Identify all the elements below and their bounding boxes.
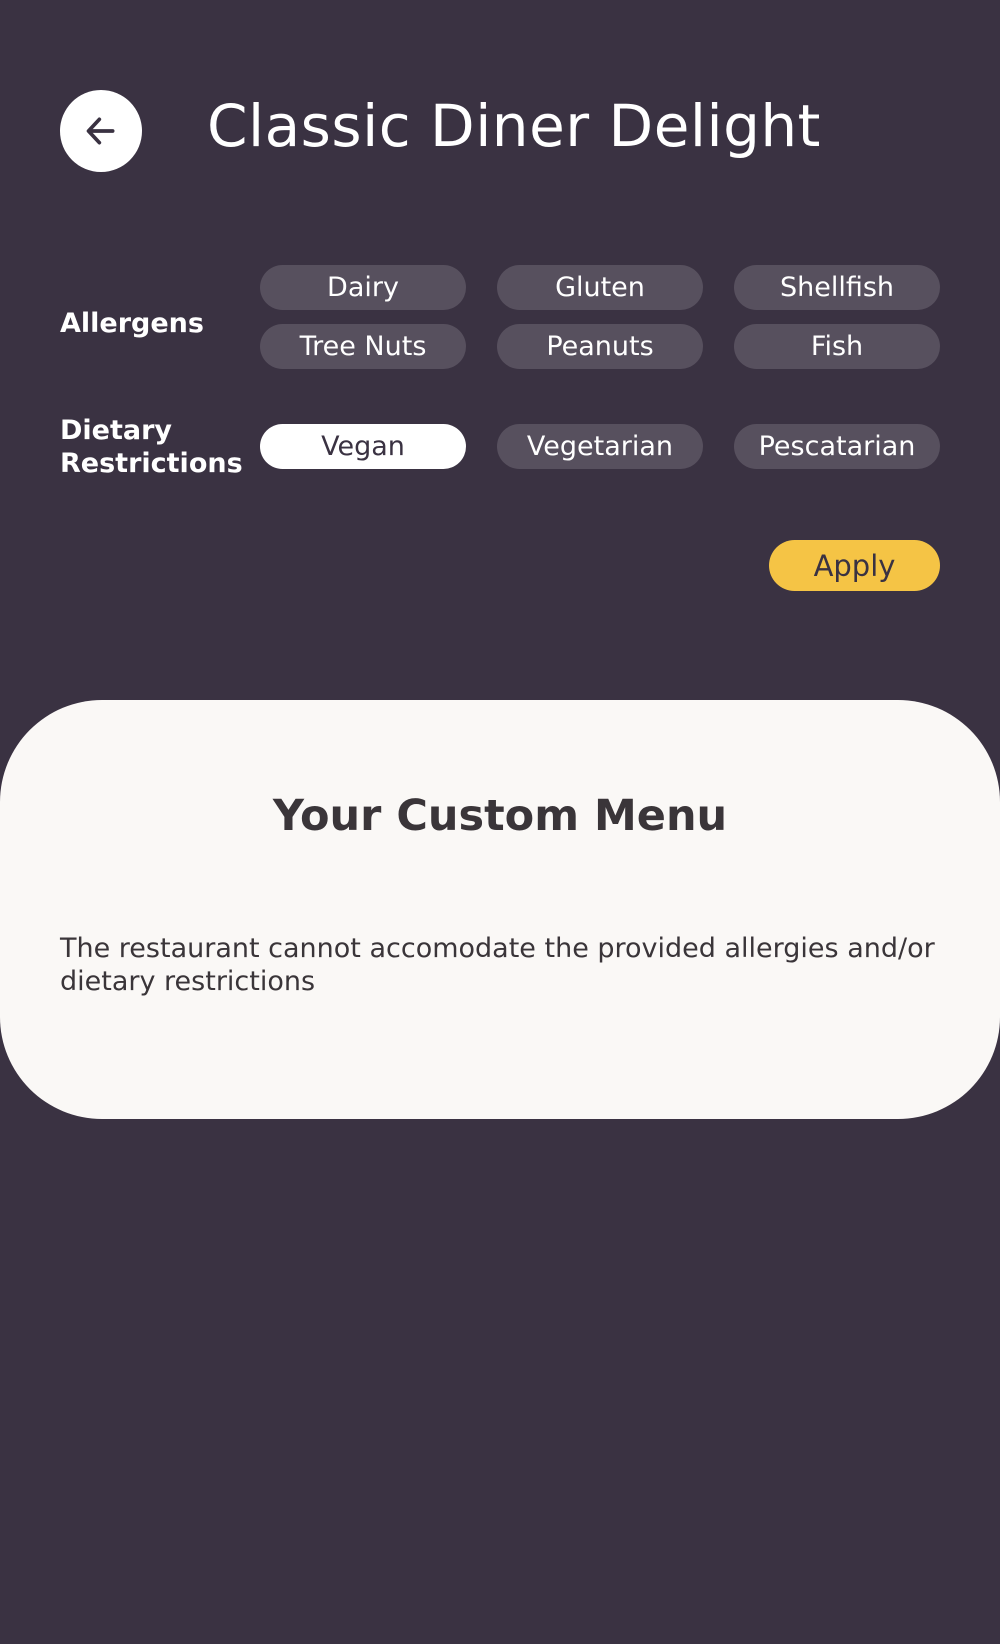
custom-menu-message: The restaurant cannot accomodate the pro… (60, 933, 935, 997)
allergen-chip-peanuts[interactable]: Peanuts (497, 324, 703, 369)
allergen-chip-gluten[interactable]: Gluten (497, 265, 703, 310)
arrow-left-icon (86, 117, 115, 145)
custom-menu-card: Your Custom Menu The restaurant cannot a… (0, 700, 1000, 1119)
dietary-chip-pescatarian[interactable]: Pescatarian (734, 424, 940, 469)
allergen-chip-tree-nuts[interactable]: Tree Nuts (260, 324, 466, 369)
allergen-chip-fish[interactable]: Fish (734, 324, 940, 369)
allergen-chip-shellfish[interactable]: Shellfish (734, 265, 940, 310)
screen: Classic Diner Delight Allergens Dairy Gl… (0, 0, 1000, 1644)
allergens-label: Allergens (60, 308, 204, 339)
apply-button[interactable]: Apply (769, 540, 940, 591)
custom-menu-title: Your Custom Menu (272, 791, 728, 841)
dietary-restrictions-label: Dietary Restrictions (60, 415, 243, 479)
dietary-chip-vegetarian[interactable]: Vegetarian (497, 424, 703, 469)
allergen-chip-dairy[interactable]: Dairy (260, 265, 466, 310)
back-button[interactable] (60, 90, 142, 172)
page-title: Classic Diner Delight (207, 92, 821, 160)
dietary-chip-vegan[interactable]: Vegan (260, 424, 466, 469)
